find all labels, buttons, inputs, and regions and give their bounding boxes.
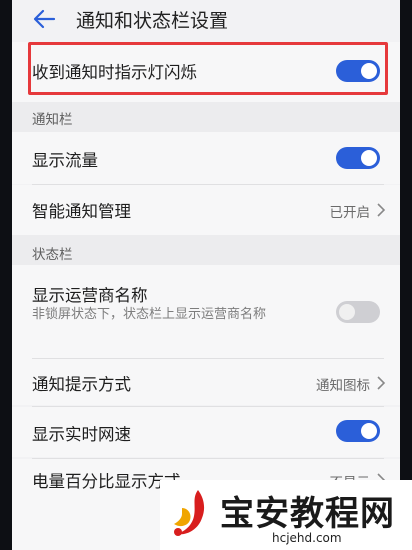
- show-traffic-row[interactable]: 显示流量: [12, 132, 400, 184]
- section-notification-bar: 通知栏: [12, 102, 400, 132]
- net-speed-row[interactable]: 显示实时网速: [12, 407, 400, 457]
- chevron-right-icon: [377, 376, 386, 390]
- watermark-url: hcjehd.com: [272, 531, 342, 545]
- notify-style-row[interactable]: 通知提示方式 通知图标: [12, 359, 400, 405]
- carrier-name-toggle[interactable]: [336, 301, 380, 323]
- battery-percent-label: 电量百分比显示方式: [32, 472, 181, 491]
- back-arrow-icon[interactable]: [32, 9, 56, 29]
- notify-style-value: 通知图标: [316, 378, 370, 394]
- phone-screen: 通知和状态栏设置 收到通知时指示灯闪烁 通知栏 显示流量 智能通知管理 已开启 …: [12, 0, 400, 550]
- smart-notify-value: 已开启: [329, 205, 371, 221]
- carrier-name-row[interactable]: 显示运营商名称 非锁屏状态下，状态栏上显示运营商名称: [12, 265, 400, 360]
- watermark-logo-icon: [174, 490, 205, 536]
- net-speed-label: 显示实时网速: [32, 425, 131, 444]
- notify-style-label: 通知提示方式: [32, 375, 131, 394]
- app-header: 通知和状态栏设置: [12, 0, 400, 38]
- section-status-bar: 状态栏: [12, 235, 400, 265]
- show-traffic-label: 显示流量: [32, 151, 98, 170]
- carrier-name-description: 非锁屏状态下，状态栏上显示运营商名称: [32, 307, 267, 322]
- toggle-knob: [361, 423, 377, 439]
- carrier-name-label: 显示运营商名称: [32, 286, 148, 305]
- watermark-title: 宝安教程网: [220, 494, 395, 534]
- chevron-right-icon: [377, 203, 386, 217]
- watermark: 宝安教程网 hcjehd.com: [160, 480, 412, 550]
- show-traffic-toggle[interactable]: [336, 147, 380, 169]
- toggle-knob: [339, 304, 355, 320]
- page-title: 通知和状态栏设置: [76, 10, 229, 32]
- section-label: 状态栏: [32, 247, 73, 263]
- smart-notify-row[interactable]: 智能通知管理 已开启: [12, 185, 400, 235]
- section-label: 通知栏: [32, 112, 73, 128]
- net-speed-toggle[interactable]: [336, 420, 380, 442]
- highlight-box: [28, 42, 388, 95]
- toggle-knob: [361, 150, 377, 166]
- smart-notify-label: 智能通知管理: [32, 202, 131, 221]
